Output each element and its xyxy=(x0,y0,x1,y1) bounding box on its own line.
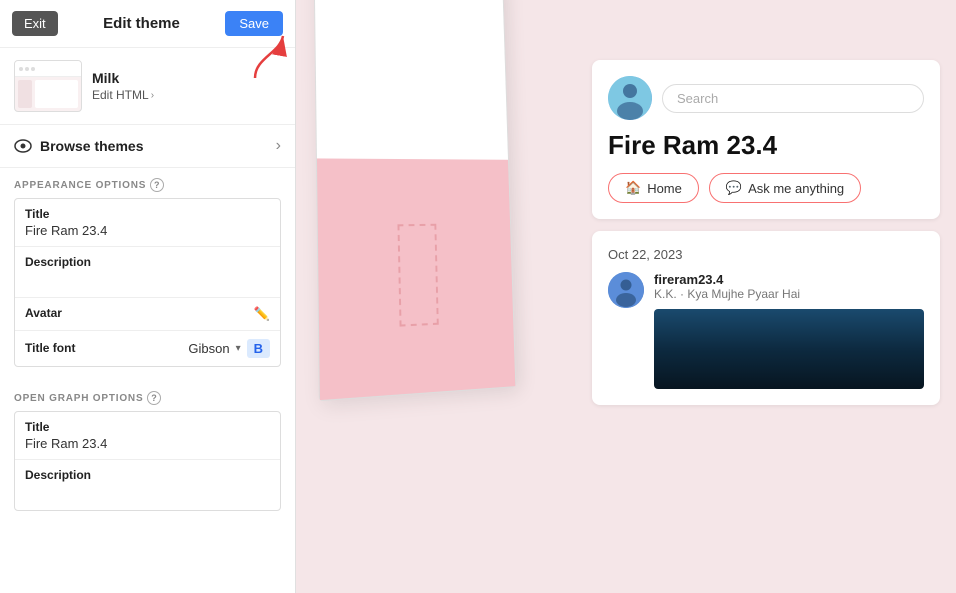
avatar xyxy=(608,76,652,120)
og-title-label: Title xyxy=(25,420,270,434)
appearance-section-label: APPEARANCE OPTIONS ? xyxy=(0,168,295,198)
right-panel: Search Fire Ram 23.4 🏠 Home 💬 Ask me any… xyxy=(296,0,956,593)
eye-icon xyxy=(14,137,32,155)
edit-html-link[interactable]: Edit HTML › xyxy=(92,88,154,102)
blog-content-card: Oct 22, 2023 fireram23.4 K.K. · Kya Mujh… xyxy=(592,231,940,405)
browse-chevron-icon: › xyxy=(276,137,281,155)
page-mock-bottom xyxy=(317,159,515,401)
chevron-icon: › xyxy=(151,90,154,101)
appearance-title-value: Fire Ram 23.4 xyxy=(25,223,270,238)
blog-nav-buttons: 🏠 Home 💬 Ask me anything xyxy=(608,173,924,203)
home-icon: 🏠 xyxy=(625,180,641,196)
top-bar: Exit Edit theme Save xyxy=(0,0,295,48)
page-mock-content-box xyxy=(397,224,438,327)
appearance-description-field[interactable]: Description xyxy=(15,247,280,298)
og-description-label: Description xyxy=(25,468,270,482)
browse-themes-row[interactable]: Browse themes › xyxy=(0,125,295,168)
open-graph-fields: Title Fire Ram 23.4 Description xyxy=(14,411,281,511)
appearance-avatar-field[interactable]: Avatar ✏️ xyxy=(15,298,280,331)
home-btn-label: Home xyxy=(647,181,682,196)
og-title-value: Fire Ram 23.4 xyxy=(25,436,270,451)
open-graph-section-label: OPEN GRAPH OPTIONS ? xyxy=(0,381,295,411)
ask-btn-label: Ask me anything xyxy=(748,181,844,196)
chat-icon: 💬 xyxy=(726,180,742,196)
appearance-description-label: Description xyxy=(25,255,270,269)
post-subtitle: K.K. · Kya Mujhe Pyaar Hai xyxy=(654,287,924,301)
blog-header-card: Search Fire Ram 23.4 🏠 Home 💬 Ask me any… xyxy=(592,60,940,219)
font-name: Gibson xyxy=(188,341,229,356)
theme-info: Milk Edit HTML › xyxy=(92,70,154,102)
theme-name: Milk xyxy=(92,70,154,86)
post-item: fireram23.4 K.K. · Kya Mujhe Pyaar Hai xyxy=(608,272,924,389)
appearance-help-icon[interactable]: ? xyxy=(150,178,164,192)
chevron-down-icon: ▾ xyxy=(236,343,241,354)
blog-preview-container: Search Fire Ram 23.4 🏠 Home 💬 Ask me any… xyxy=(576,60,956,405)
bold-button[interactable]: B xyxy=(247,339,270,358)
blog-title: Fire Ram 23.4 xyxy=(608,130,924,161)
post-author: fireram23.4 xyxy=(654,272,924,287)
page-mock-top xyxy=(315,0,508,160)
post-image xyxy=(654,309,924,389)
home-button[interactable]: 🏠 Home xyxy=(608,173,699,203)
appearance-title-label: Title xyxy=(25,207,270,221)
save-button[interactable]: Save xyxy=(225,11,283,36)
post-info: fireram23.4 K.K. · Kya Mujhe Pyaar Hai xyxy=(654,272,924,389)
pencil-icon[interactable]: ✏️ xyxy=(254,306,270,322)
appearance-title-field[interactable]: Title Fire Ram 23.4 xyxy=(15,199,280,247)
theme-card: Milk Edit HTML › xyxy=(0,48,295,125)
appearance-fields: Title Fire Ram 23.4 Description Avatar ✏… xyxy=(14,198,281,367)
appearance-font-field[interactable]: Title font Gibson ▾ B xyxy=(15,331,280,366)
ask-button[interactable]: 💬 Ask me anything xyxy=(709,173,861,203)
font-select[interactable]: Gibson ▾ B xyxy=(188,339,270,358)
post-avatar xyxy=(608,272,644,308)
og-description-value xyxy=(25,484,270,502)
og-description-field[interactable]: Description xyxy=(15,460,280,510)
browse-themes-label: Browse themes xyxy=(40,138,143,154)
open-graph-help-icon[interactable]: ? xyxy=(147,391,161,405)
search-input[interactable]: Search xyxy=(662,84,924,113)
browse-left: Browse themes xyxy=(14,137,143,155)
page-mock xyxy=(314,0,517,401)
blog-header-top: Search xyxy=(608,76,924,120)
left-panel: Exit Edit theme Save M xyxy=(0,0,296,593)
appearance-avatar-label: Avatar xyxy=(25,306,62,320)
page-preview-area: Search Fire Ram 23.4 🏠 Home 💬 Ask me any… xyxy=(296,0,956,593)
exit-button[interactable]: Exit xyxy=(12,11,58,36)
appearance-font-label: Title font xyxy=(25,341,75,355)
page-title: Edit theme xyxy=(103,15,180,32)
post-date: Oct 22, 2023 xyxy=(608,247,924,262)
theme-thumbnail xyxy=(14,60,82,112)
appearance-description-value xyxy=(25,271,270,289)
og-title-field[interactable]: Title Fire Ram 23.4 xyxy=(15,412,280,460)
